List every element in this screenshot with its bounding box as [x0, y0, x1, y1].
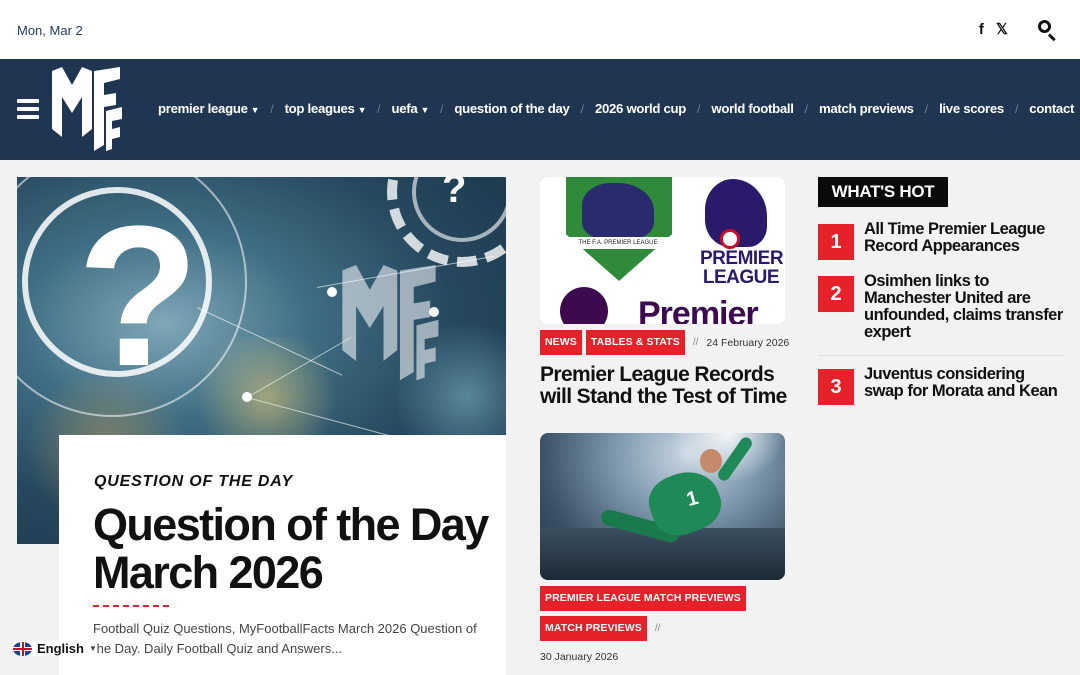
chevron-down-icon: ▼ — [88, 644, 97, 653]
nav-live-scores[interactable]: live scores — [939, 101, 1004, 116]
top-bar: Mon, Mar 2 f 𝕏 — [0, 0, 1080, 59]
post2-tags-row2: MATCH PREVIEWS // — [540, 616, 664, 641]
nav-menu: premier league ▼ / top leagues ▼ / uefa ▼ /… — [158, 101, 1075, 116]
hot-rank: 3 — [818, 369, 854, 405]
hero-title[interactable]: Question of the Day March 2026 — [93, 501, 493, 597]
language-selector[interactable]: English ▼ — [13, 641, 97, 656]
nav-world-football[interactable]: world football — [711, 101, 794, 116]
post1-tags: NEWS TABLES & STATS // 24 February 2026 — [540, 330, 789, 355]
site-logo[interactable] — [50, 67, 122, 153]
post2-date: 30 January 2026 — [540, 651, 619, 663]
hot-rank: 1 — [818, 224, 854, 260]
facebook-icon[interactable]: f — [979, 21, 984, 38]
hot-title[interactable]: All Time Premier League Record Appearanc… — [864, 221, 1064, 255]
hamburger-menu-icon[interactable] — [17, 99, 39, 119]
decorative-divider — [93, 605, 169, 607]
nav-uefa[interactable]: uefa ▼ — [392, 101, 430, 116]
tag-tables-stats[interactable]: TABLES & STATS — [585, 330, 685, 355]
main-nav: premier league ▼ / top leagues ▼ / uefa ▼ /… — [0, 59, 1080, 160]
post1-image[interactable]: THE F.A. PREMIER LEAGUE PREMIER LEAGUE P… — [540, 177, 785, 324]
nav-top-leagues[interactable]: top leagues ▼ — [285, 101, 367, 116]
divider — [818, 355, 1064, 356]
question-mark-graphic: ? — [77, 185, 200, 408]
post2-image[interactable]: 1 — [540, 433, 785, 580]
top-icons: f 𝕏 — [979, 18, 1058, 42]
current-date: Mon, Mar 2 — [17, 23, 83, 38]
nav-match-previews[interactable]: match previews — [819, 101, 914, 116]
hero-article-card[interactable]: QUESTION OF THE DAY Question of the Day … — [59, 435, 506, 675]
tag-match-previews[interactable]: MATCH PREVIEWS — [540, 616, 647, 641]
post1-title[interactable]: Premier League Records will Stand the Te… — [540, 364, 790, 408]
tag-news[interactable]: NEWS — [540, 330, 582, 355]
chevron-down-icon: ▼ — [420, 105, 430, 115]
hot-title[interactable]: Juventus considering swap for Morata and… — [864, 366, 1064, 400]
nav-question-of-the-day[interactable]: question of the day — [454, 101, 570, 116]
post2-tags-row1: PREMIER LEAGUE MATCH PREVIEWS — [540, 586, 746, 611]
tag-premier-league-match-previews[interactable]: PREMIER LEAGUE MATCH PREVIEWS — [540, 586, 746, 611]
hot-title[interactable]: Osimhen links to Manchester United are u… — [864, 273, 1064, 341]
nav-premier-league[interactable]: premier league ▼ — [158, 101, 260, 116]
post1-date: 24 February 2026 — [706, 336, 790, 349]
football-icon — [720, 229, 740, 249]
hero-category[interactable]: QUESTION OF THE DAY — [94, 473, 293, 491]
watermark-logo — [342, 265, 439, 381]
hot-rank: 2 — [818, 276, 854, 312]
nav-2026-world-cup[interactable]: 2026 world cup — [595, 101, 686, 116]
chevron-down-icon: ▼ — [357, 105, 367, 115]
whats-hot-heading: WHAT'S HOT — [818, 177, 948, 207]
x-icon[interactable]: 𝕏 — [996, 20, 1008, 38]
uk-flag-icon — [13, 641, 32, 656]
hero-excerpt: Football Quiz Questions, MyFootballFacts… — [93, 621, 477, 656]
nav-contact[interactable]: contact — [1029, 101, 1074, 116]
language-label: English — [37, 641, 84, 656]
lion-crest-icon — [582, 183, 654, 239]
chevron-down-icon: ▼ — [250, 105, 260, 115]
search-icon[interactable] — [1036, 18, 1058, 42]
